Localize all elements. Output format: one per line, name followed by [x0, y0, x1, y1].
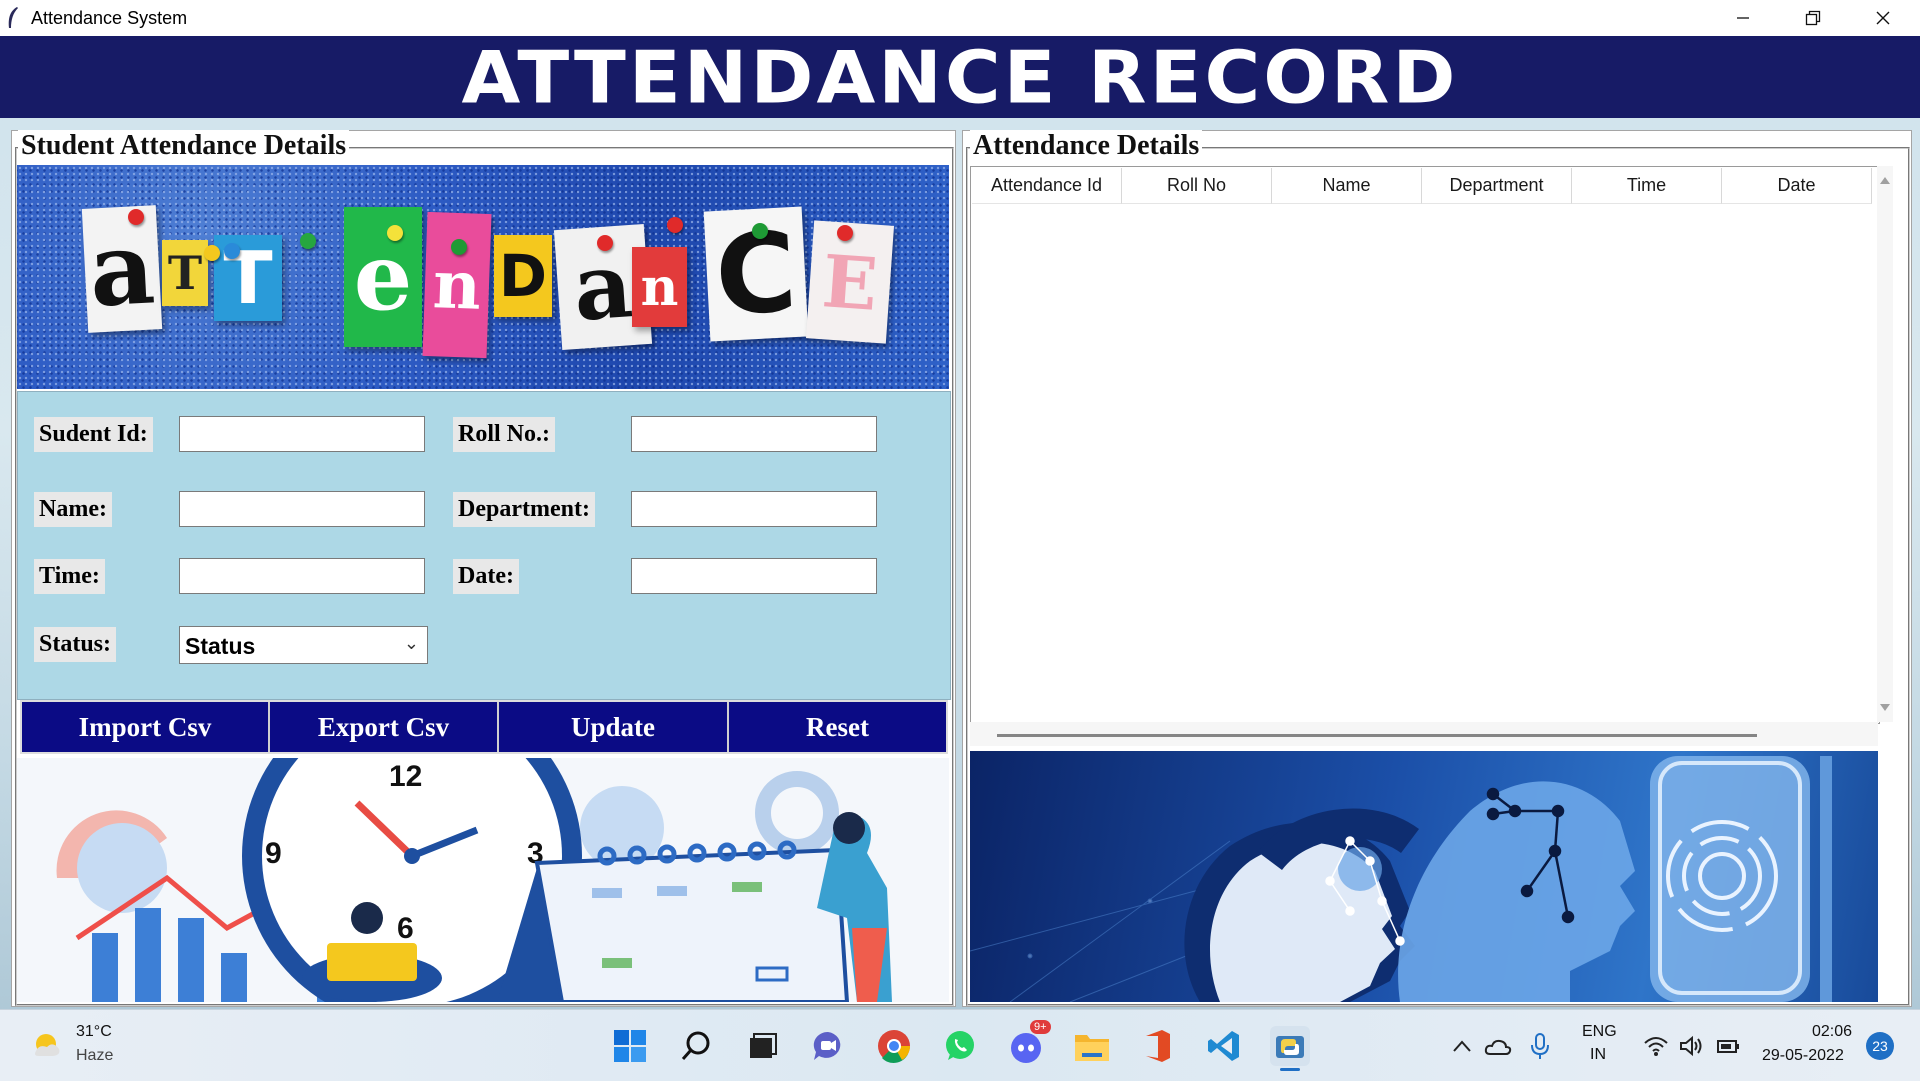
- minimize-button[interactable]: [1708, 0, 1778, 36]
- teams-chat-icon[interactable]: [808, 1026, 848, 1066]
- vscode-icon[interactable]: [1204, 1026, 1244, 1066]
- department-label: Department:: [453, 492, 595, 527]
- wifi-icon[interactable]: [1638, 1026, 1674, 1066]
- clock-calendar-illustration: 12 3 9 6: [56, 758, 892, 1002]
- weather-temperature[interactable]: 31°C: [76, 1023, 112, 1041]
- name-label: Name:: [34, 492, 112, 527]
- face-recognition-illustration: [970, 751, 1878, 1002]
- pushpin-icon: [300, 233, 316, 249]
- discord-notification-badge: 9+: [1030, 1020, 1051, 1034]
- battery-icon[interactable]: [1710, 1026, 1746, 1066]
- reset-button[interactable]: Reset: [729, 702, 946, 752]
- language-region[interactable]: IN: [1590, 1046, 1606, 1064]
- department-input[interactable]: [631, 491, 877, 527]
- attendance-illustration: 12 3 9 6: [17, 758, 949, 1002]
- name-input[interactable]: [179, 491, 425, 527]
- face-scan-graphic: [970, 756, 1832, 1002]
- roll-no-input[interactable]: [631, 416, 877, 452]
- import-csv-button[interactable]: Import Csv: [22, 702, 270, 752]
- weather-icon[interactable]: [26, 1024, 66, 1064]
- discord-icon[interactable]: 9+: [1006, 1020, 1051, 1066]
- banner-letter-card: T: [162, 240, 208, 306]
- pushpin-icon: [752, 223, 768, 239]
- table-horizontal-scrollbar[interactable]: [970, 722, 1878, 746]
- attendance-details-title: Attendance Details: [970, 130, 1203, 162]
- chevron-up-icon[interactable]: [1444, 1026, 1480, 1066]
- time-input[interactable]: [179, 558, 425, 594]
- onedrive-cloud-icon[interactable]: [1480, 1026, 1516, 1066]
- date-input[interactable]: [631, 558, 877, 594]
- active-app-indicator: [1280, 1068, 1300, 1071]
- close-icon: [1876, 11, 1890, 25]
- update-button[interactable]: Update: [499, 702, 729, 752]
- pushpin-icon: [387, 225, 403, 241]
- window-titlebar: Attendance System: [0, 0, 1920, 36]
- scroll-down-icon[interactable]: [1880, 704, 1890, 712]
- scroll-up-icon[interactable]: [1880, 176, 1890, 184]
- pushpin-icon: [597, 235, 613, 251]
- task-view-icon[interactable]: [742, 1026, 782, 1066]
- window-title: Attendance System: [31, 8, 188, 28]
- time-label: Time:: [34, 559, 105, 594]
- table-vertical-scrollbar[interactable]: [1877, 166, 1893, 722]
- clock-6: 6: [397, 912, 414, 945]
- language-indicator[interactable]: ENG: [1582, 1023, 1617, 1041]
- chevron-down-icon: ⌄: [403, 633, 419, 653]
- student-id-label: Sudent Id:: [34, 417, 153, 452]
- weather-description[interactable]: Haze: [76, 1047, 113, 1065]
- clock-12: 12: [389, 760, 422, 793]
- column-header-date[interactable]: Date: [1722, 168, 1872, 204]
- action-button-bar: Import Csv Export Csv Update Reset: [20, 700, 948, 754]
- volume-icon[interactable]: [1674, 1026, 1710, 1066]
- clock-date[interactable]: 29-05-2022: [1762, 1047, 1844, 1065]
- column-header-time[interactable]: Time: [1572, 168, 1722, 204]
- column-header-name[interactable]: Name: [1272, 168, 1422, 204]
- status-select[interactable]: Status ⌄: [179, 626, 428, 664]
- status-label: Status:: [34, 627, 117, 662]
- python-app-icon[interactable]: [1270, 1026, 1310, 1071]
- pushpin-icon: [128, 209, 144, 225]
- export-csv-button[interactable]: Export Csv: [270, 702, 499, 752]
- chrome-icon[interactable]: [874, 1026, 914, 1066]
- minimize-icon: [1737, 17, 1749, 19]
- table-header: Attendance Id Roll No Name Department Ti…: [972, 168, 1872, 204]
- column-header-department[interactable]: Department: [1422, 168, 1572, 204]
- banner-letter-card: a: [81, 205, 163, 333]
- banner-letter-card: D: [494, 235, 552, 317]
- banner-letter-card: e: [344, 207, 422, 347]
- restore-button[interactable]: [1778, 0, 1848, 36]
- pushpin-icon: [224, 243, 240, 259]
- office-icon[interactable]: [1138, 1026, 1178, 1066]
- banner-letter-card: n: [632, 247, 687, 327]
- status-selected-value: Status: [185, 633, 256, 659]
- close-button[interactable]: [1848, 0, 1918, 36]
- app-header: ATTENDANCE RECORD: [0, 34, 1920, 120]
- file-explorer-icon[interactable]: [1072, 1026, 1112, 1066]
- restore-icon: [1805, 10, 1821, 26]
- student-details-title: Student Attendance Details: [18, 130, 350, 162]
- pushpin-icon: [204, 245, 220, 261]
- student-id-input[interactable]: [179, 416, 425, 452]
- start-windows-icon[interactable]: [610, 1026, 650, 1066]
- attendance-banner: a T T e n D a n C E: [17, 165, 949, 389]
- banner-letter-card: n: [422, 211, 492, 359]
- date-label: Date:: [453, 559, 519, 594]
- microphone-icon[interactable]: [1522, 1026, 1558, 1066]
- clock-9: 9: [265, 837, 282, 870]
- notification-count-badge[interactable]: 23: [1866, 1032, 1894, 1060]
- column-header-roll-no[interactable]: Roll No: [1122, 168, 1272, 204]
- roll-no-label: Roll No.:: [453, 417, 555, 452]
- header-title: ATTENDANCE RECORD: [461, 34, 1459, 120]
- clock-time[interactable]: 02:06: [1812, 1023, 1852, 1041]
- search-icon[interactable]: [677, 1026, 717, 1066]
- pushpin-icon: [667, 217, 683, 233]
- column-header-attendance-id[interactable]: Attendance Id: [972, 168, 1122, 204]
- whatsapp-icon[interactable]: [940, 1026, 980, 1066]
- pushpin-icon: [451, 239, 467, 255]
- pushpin-icon: [837, 225, 853, 241]
- attendance-table[interactable]: Attendance Id Roll No Name Department Ti…: [970, 166, 1880, 724]
- horizontal-scroll-thumb[interactable]: [997, 734, 1757, 737]
- feather-app-icon: [8, 7, 18, 28]
